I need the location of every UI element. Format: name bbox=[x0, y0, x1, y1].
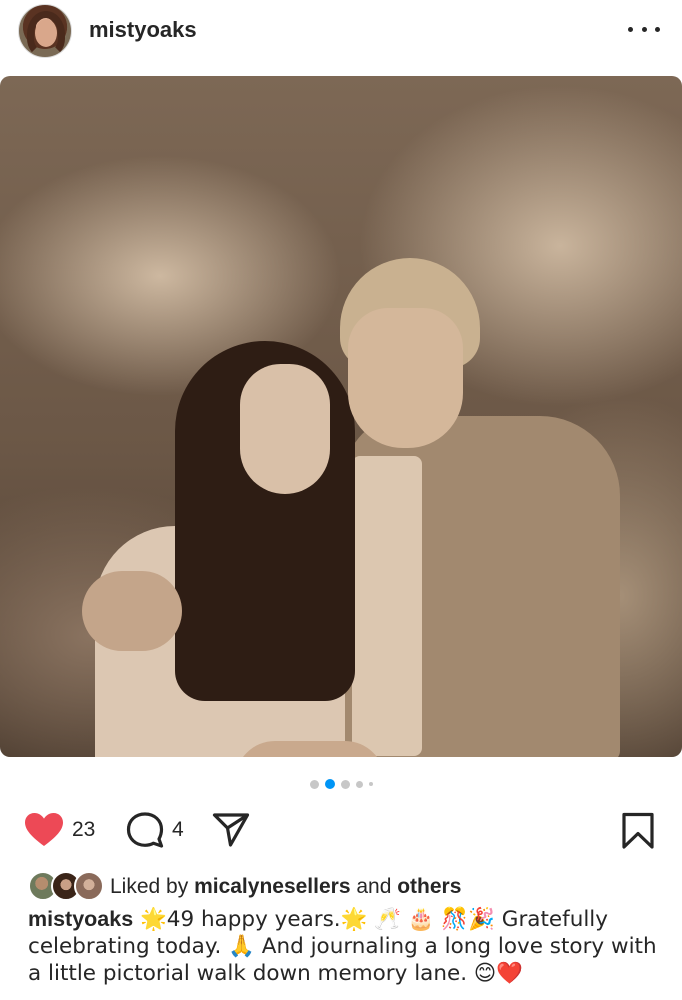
like-count[interactable]: 23 bbox=[72, 818, 95, 842]
avatar bbox=[74, 871, 104, 901]
carousel-dot bbox=[309, 779, 319, 789]
post-header: mistyoaks bbox=[0, 0, 682, 62]
post-photo[interactable] bbox=[0, 76, 682, 757]
carousel-indicator bbox=[0, 778, 682, 790]
liker-avatars[interactable] bbox=[28, 871, 106, 903]
post-caption: mistyoaks 🌟49 happy years.🌟 🥂 🎂 🎊🎉 Grate… bbox=[28, 906, 668, 987]
more-dot bbox=[641, 26, 647, 32]
photo-man-face bbox=[348, 308, 463, 448]
share-icon[interactable] bbox=[212, 812, 250, 848]
avatar[interactable] bbox=[18, 4, 72, 58]
avatar-face bbox=[35, 19, 57, 47]
comment-count[interactable]: 4 bbox=[172, 818, 184, 842]
carousel-dot bbox=[340, 779, 350, 789]
more-horizontal-icon[interactable] bbox=[628, 19, 660, 39]
comment-group: 4 bbox=[126, 812, 184, 848]
carousel-dot-active bbox=[324, 779, 335, 789]
more-dot bbox=[628, 26, 633, 32]
photo-man-shirt bbox=[352, 456, 422, 756]
liked-by-row: Liked by micalynesellers and others bbox=[28, 871, 461, 903]
caption-username[interactable]: mistyoaks bbox=[28, 907, 133, 931]
carousel-dot bbox=[355, 780, 363, 788]
liked-by-middle: and bbox=[350, 875, 398, 898]
action-bar: 23 4 bbox=[0, 806, 682, 854]
more-dot bbox=[655, 26, 660, 32]
comment-icon[interactable] bbox=[126, 812, 164, 848]
photo-woman-face bbox=[240, 364, 330, 494]
liked-by-prefix: Liked by bbox=[110, 875, 195, 898]
liked-by-others[interactable]: others bbox=[397, 875, 461, 899]
carousel-dot bbox=[368, 782, 373, 786]
like-group: 23 bbox=[24, 812, 95, 848]
heart-icon[interactable] bbox=[24, 812, 64, 848]
bookmark-icon[interactable] bbox=[621, 812, 655, 850]
photo-arm bbox=[82, 571, 182, 651]
post-username[interactable]: mistyoaks bbox=[89, 17, 197, 43]
liked-by-user[interactable]: micalynesellers bbox=[194, 875, 350, 899]
